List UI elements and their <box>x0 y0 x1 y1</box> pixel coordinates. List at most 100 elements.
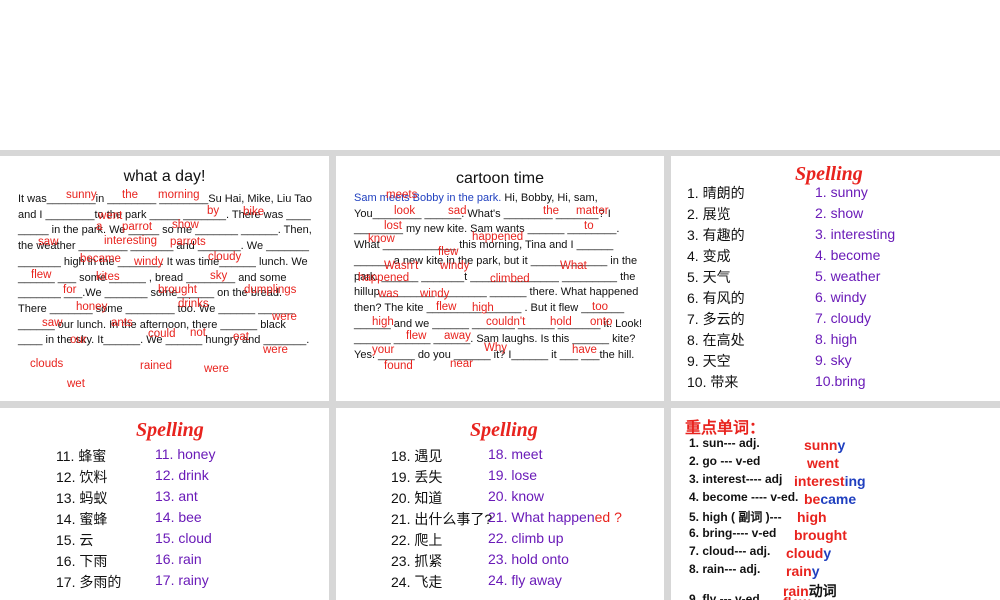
chinese-word: 8. 在高处 <box>687 332 745 348</box>
answer-word: windy <box>440 260 470 272</box>
spelling-title: Spelling <box>136 419 204 441</box>
answer-word: cloudy <box>208 251 242 263</box>
answer-word: for <box>63 284 77 296</box>
english-word: 21. What happened ? <box>488 509 622 525</box>
key-word-answer: cloudy <box>786 545 831 561</box>
answer-word: clouds <box>30 358 64 370</box>
panel-spelling-2: Spelling 11. 蜂蜜 12. 饮料 13. 蚂蚁 14. 蜜蜂 15.… <box>0 408 329 600</box>
english-word-stem: 21. What happen <box>488 509 595 525</box>
answer-word: Wasn't <box>384 260 419 272</box>
key-word-answer: interesting <box>794 473 866 489</box>
answer-blue: came <box>820 491 857 507</box>
english-word: 13. ant <box>155 488 198 504</box>
english-word: 19. lose <box>488 467 538 483</box>
answer-word: ants <box>111 317 133 329</box>
answer-word: sad <box>448 205 467 217</box>
chinese-word: 20. 知道 <box>391 490 443 506</box>
answer-word: was <box>378 288 399 300</box>
key-word-item: 6. bring---- v-ed <box>689 526 777 540</box>
english-word: 1. sunny <box>815 184 868 200</box>
answer-word: too <box>592 301 608 313</box>
key-word-item: 5. high ( 副词 )--- <box>689 510 782 524</box>
answer-word: windy <box>134 256 164 268</box>
answer-red: sunn <box>804 437 838 453</box>
english-word: 8. high <box>815 331 858 347</box>
english-word-suffix: ed ? <box>594 509 622 525</box>
answer-red: rain <box>786 563 812 579</box>
story-intro: Sam meets Bobby in the park. <box>354 192 502 204</box>
answer-word: the <box>543 205 559 217</box>
answer-red: went <box>807 455 839 471</box>
answer-word: sunny <box>66 189 97 201</box>
answer-word: by <box>207 205 220 217</box>
chinese-word: 2. 展览 <box>687 206 731 222</box>
english-word: 5. weather <box>815 268 881 284</box>
chinese-word: 14. 蜜蜂 <box>56 511 108 527</box>
answer-word: could <box>148 328 176 340</box>
answer-word: not <box>190 327 206 339</box>
answer-word: flew <box>31 269 52 281</box>
key-word-item: 7. cloud--- adj. <box>689 544 771 558</box>
answer-word: high <box>472 302 494 314</box>
chinese-word: 22. 爬上 <box>391 532 443 548</box>
answer-word: What <box>560 260 587 272</box>
answer-word: meets <box>386 189 418 201</box>
key-word-answer: high <box>797 509 827 525</box>
english-word: 7. cloudy <box>815 310 872 326</box>
answer-word: a <box>96 221 103 233</box>
panel-what-a-day: what a day! It was________in ________ __… <box>0 156 329 401</box>
answer-red: brought <box>794 527 847 543</box>
panel-key-words: 重点单词： 1. sun--- adj. 2. go --- v-ed 3. i… <box>671 408 1000 600</box>
answer-word: were <box>204 363 229 375</box>
answer-word: interesting <box>104 235 158 247</box>
key-word-answer: sunny <box>804 437 845 453</box>
answer-word: hold <box>550 316 572 328</box>
chinese-word: 5. 天气 <box>687 269 731 285</box>
answer-word: parrots <box>170 236 206 248</box>
answer-word: our <box>70 334 87 346</box>
answer-word: were <box>263 344 288 356</box>
chinese-word: 17. 多雨的 <box>56 574 122 590</box>
answer-word: near <box>450 358 474 370</box>
english-word: 2. show <box>815 205 864 221</box>
english-word: 10.bring <box>815 373 866 389</box>
answer-word: your <box>372 344 395 356</box>
answer-word: drinks <box>178 298 209 310</box>
key-word-item: 2. go --- v-ed <box>689 454 761 468</box>
key-word-item: 3. interest---- adj <box>689 472 783 486</box>
answer-word: dumplings <box>244 284 297 296</box>
answer-word: found <box>384 360 413 372</box>
chinese-word: 15. 云 <box>56 532 94 548</box>
english-word: 14. bee <box>155 509 202 525</box>
chinese-word: 1. 晴朗的 <box>687 185 745 201</box>
answer-word: look <box>394 205 416 217</box>
answer-note: 动词 <box>808 583 837 599</box>
chinese-word: 4. 变成 <box>687 248 731 264</box>
chinese-word: 19. 丢失 <box>391 469 443 485</box>
answer-word: climbed <box>490 273 530 285</box>
answer-word: rained <box>140 360 172 372</box>
chinese-word: 21. 出什么事了? <box>391 511 493 527</box>
english-word: 12. drink <box>155 467 209 483</box>
answer-word: wet <box>67 378 85 390</box>
answer-red: interest <box>794 473 845 489</box>
answer-word: were <box>272 311 297 323</box>
panel-cartoon-time: cartoon time Sam meets Bobby in the park… <box>336 156 664 401</box>
english-word: 9. sky <box>815 352 852 368</box>
spelling-title: Spelling <box>470 419 538 441</box>
answer-blue: y <box>811 563 820 579</box>
answer-word: sky <box>210 270 228 282</box>
answer-red: be <box>804 491 821 507</box>
answer-word: away <box>444 330 471 342</box>
chinese-word: 6. 有风的 <box>687 290 745 306</box>
chinese-word: 23. 抓紧 <box>391 553 443 569</box>
answer-word: happened <box>358 272 410 284</box>
key-word-answer: went <box>807 455 839 471</box>
english-word: 17. rainy <box>155 572 209 588</box>
chinese-word: 9. 天空 <box>687 353 731 369</box>
answer-word: eat <box>233 331 249 343</box>
answer-word: kites <box>96 271 120 283</box>
answer-word: have <box>572 344 597 356</box>
answer-word: bike <box>243 206 265 218</box>
english-word: 3. interesting <box>815 226 896 242</box>
